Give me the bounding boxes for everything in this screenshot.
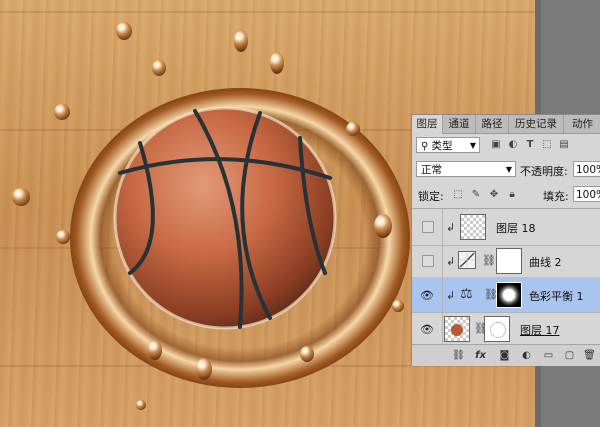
color-balance-adjustment-icon: ⚖︎ [460, 286, 473, 302]
eye-icon: 👁︎ [420, 323, 434, 336]
eye-icon: 👁︎ [420, 289, 434, 302]
blend-mode-value: 正常 [421, 164, 442, 176]
layers-bottom-bar: ⛓︎ fx ◙ ◐ ▭ ▢ 🗑︎ [412, 344, 600, 366]
layer-mask-thumbnail [496, 282, 522, 308]
visibility-toggle[interactable] [412, 209, 443, 245]
layer-mask-thumbnail [484, 316, 510, 342]
layer-row[interactable]: 👁︎ ⛓︎ 图层 17 [412, 311, 600, 347]
layer-thumbnail [460, 214, 486, 240]
lock-all-icon[interactable]: 🔒︎ [506, 189, 518, 201]
tab-actions[interactable]: 动作 [564, 115, 600, 133]
splash-drop [56, 230, 70, 244]
basketball [113, 106, 337, 330]
adjustment-icon[interactable]: ◐ [520, 349, 533, 362]
splash-drop [234, 30, 248, 52]
filter-row: ⚲ 类型 ▼ ▣ ◐ T ⬚ ▤ [412, 137, 600, 157]
splash-drop [270, 52, 284, 74]
link-icon[interactable]: ⛓︎ [452, 349, 465, 362]
folder-icon[interactable]: ▭ [542, 349, 555, 362]
chevron-down-icon: ▼ [505, 165, 512, 174]
layer-thumbnail [444, 316, 470, 342]
chain-link-icon[interactable]: ⛓︎ [482, 254, 496, 267]
splash-drop [54, 104, 70, 120]
layer-row[interactable]: ↲ ⛓︎ 曲线 2 [412, 243, 600, 280]
lock-transparent-icon[interactable]: ⬚ [452, 189, 464, 201]
visibility-toggle[interactable] [412, 243, 443, 279]
tab-paths[interactable]: 路径 [476, 115, 509, 133]
layers-panel: 图层 通道 路径 历史记录 动作 ⚲ 类型 ▼ ▣ ◐ T ⬚ ▤ 正常 ▼ 不… [411, 114, 600, 366]
fill-input[interactable]: 100% [573, 186, 600, 202]
fill-label: 填充: [543, 190, 569, 203]
filter-adjustment-icon[interactable]: ◐ [507, 139, 519, 151]
blend-mode-select[interactable]: 正常 ▼ [416, 161, 516, 177]
filter-kind-select[interactable]: ⚲ 类型 ▼ [416, 137, 480, 153]
layer-row[interactable]: ↲ 图层 18 [412, 209, 600, 246]
clip-arrow-icon: ↲ [446, 221, 456, 234]
new-layer-icon[interactable]: ▢ [563, 349, 576, 362]
trash-icon[interactable]: 🗑︎ [583, 349, 596, 362]
visibility-toggle[interactable]: 👁︎ [412, 277, 443, 313]
splash-drop [148, 340, 162, 360]
filter-kind-label: 类型 [431, 140, 453, 152]
layer-name[interactable]: 图层 17 [520, 322, 560, 338]
splash-drop [346, 122, 360, 136]
layer-name[interactable]: 曲线 2 [529, 254, 562, 270]
filter-smart-object-icon[interactable]: ▤ [558, 139, 570, 151]
tab-layers[interactable]: 图层 [412, 115, 443, 134]
splash-drop [152, 60, 166, 76]
splash-drop [12, 188, 30, 206]
layer-mask-thumbnail [496, 248, 522, 274]
lock-paint-icon[interactable]: ✎ [470, 189, 482, 201]
layer-name[interactable]: 图层 18 [496, 220, 536, 236]
visibility-toggle[interactable]: 👁︎ [412, 311, 443, 347]
clip-arrow-icon: ↲ [446, 289, 456, 302]
blend-row: 正常 ▼ 不透明度: 100% [412, 161, 600, 181]
splash-drop [374, 214, 392, 238]
layer-row[interactable]: 👁︎ ↲ ⚖︎ ⛓︎ 色彩平衡 1 [412, 277, 600, 313]
panel-tab-bar: 图层 通道 路径 历史记录 动作 [412, 115, 600, 134]
curves-adjustment-icon [458, 251, 476, 269]
opacity-label: 不透明度: [520, 165, 568, 178]
filter-shape-icon[interactable]: ⬚ [541, 139, 553, 151]
layer-name[interactable]: 色彩平衡 1 [529, 288, 584, 304]
splash-drop [136, 400, 146, 410]
clip-arrow-icon: ↲ [446, 255, 456, 268]
chevron-down-icon: ▼ [469, 141, 476, 150]
tab-channels[interactable]: 通道 [443, 115, 476, 133]
opacity-input[interactable]: 100% [573, 161, 600, 177]
splash-drop [392, 300, 404, 312]
lock-label: 锁定: [418, 190, 444, 203]
splash-drop [116, 22, 132, 40]
filter-pixel-icon[interactable]: ▣ [490, 139, 502, 151]
lock-move-icon[interactable]: ✥ [488, 189, 500, 201]
filter-type-icon[interactable]: T [524, 139, 536, 151]
search-icon: ⚲ [421, 141, 432, 152]
fx-icon[interactable]: fx [474, 349, 487, 362]
layer-list: ↲ 图层 18 ↲ ⛓︎ 曲线 2 👁︎ ↲ ⚖︎ ⛓︎ 色彩平衡 1 👁︎ ⛓… [412, 208, 600, 347]
splash-drop [196, 358, 212, 380]
add-mask-icon[interactable]: ◙ [498, 349, 511, 362]
lock-row: 锁定: ⬚ ✎ ✥ 🔒︎ 填充: 100% [412, 185, 600, 205]
splash-drop [300, 346, 314, 362]
tab-history[interactable]: 历史记录 [509, 115, 564, 133]
